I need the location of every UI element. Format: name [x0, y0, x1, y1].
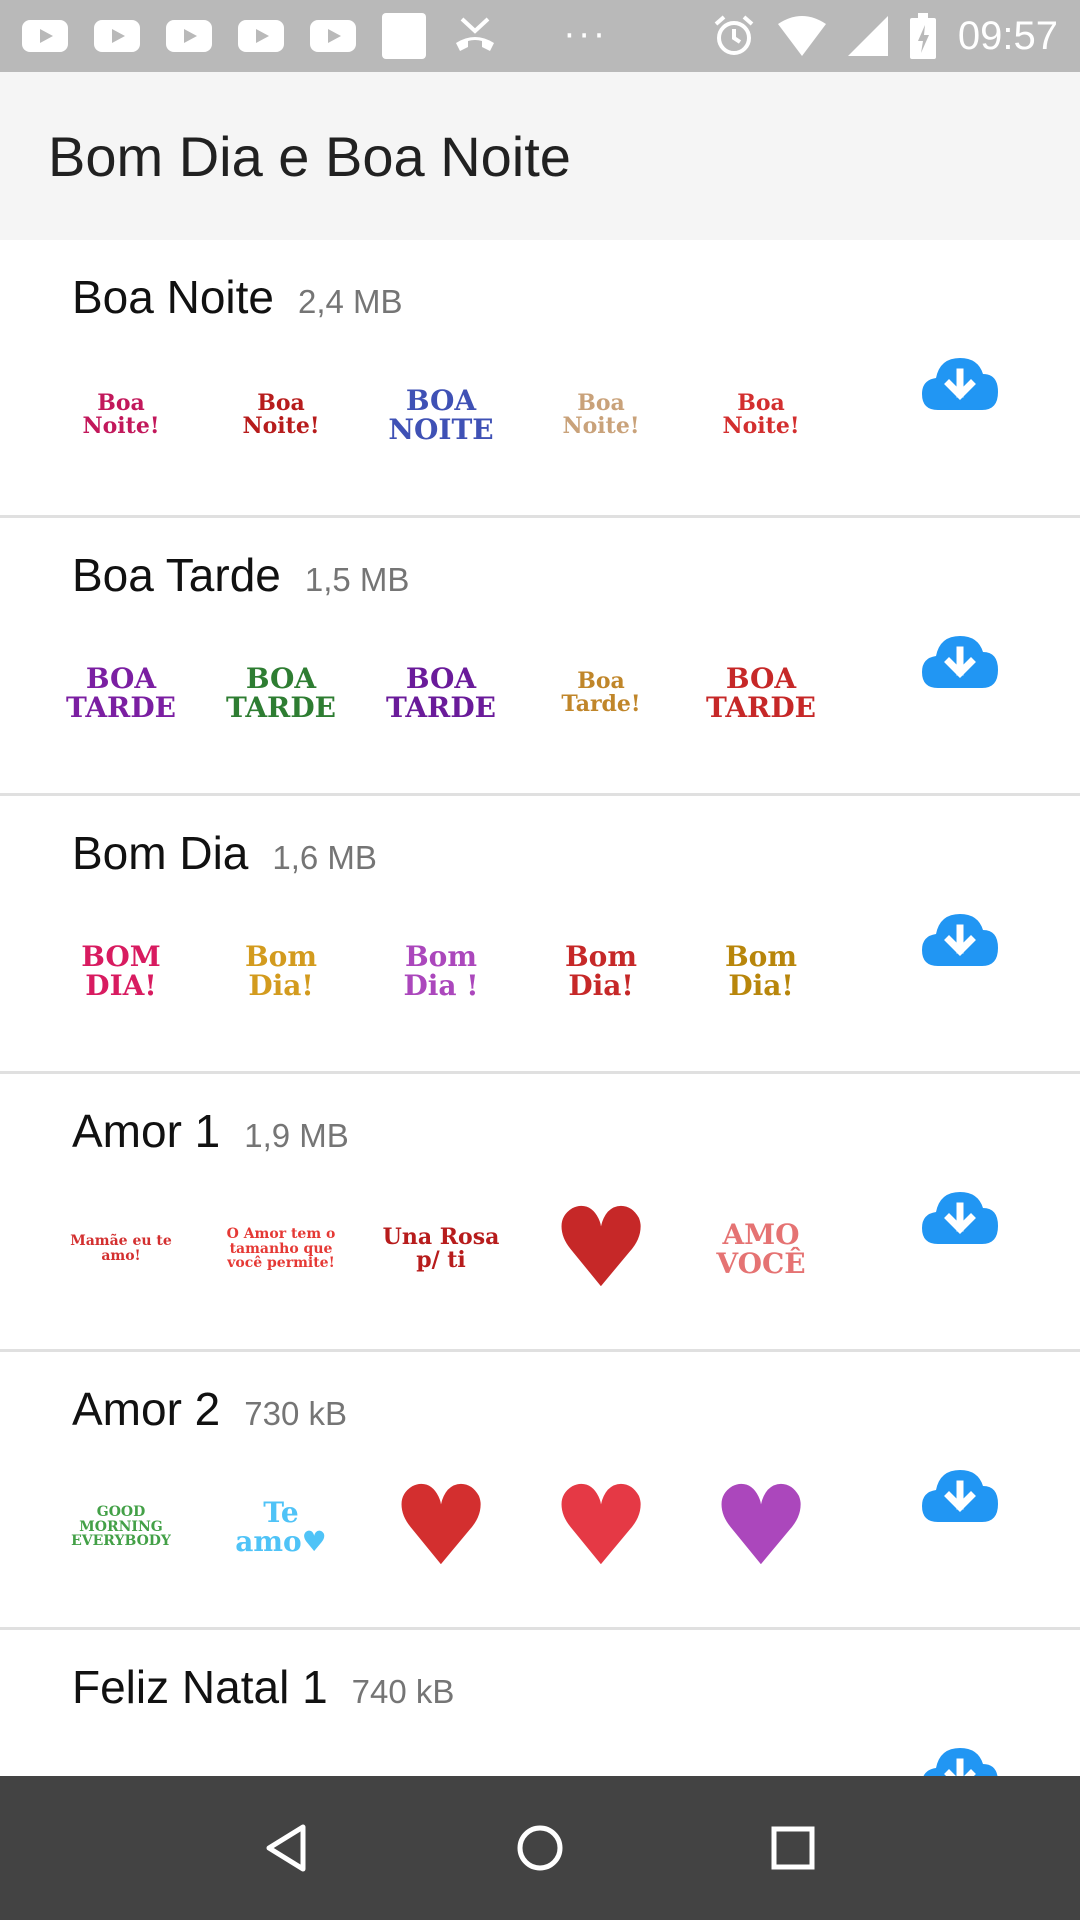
youtube-icon	[166, 20, 212, 52]
sticker-thumbnail: O Amor tem o tamanho que você permite!	[226, 1225, 336, 1272]
sticker-thumbnail: ♥	[391, 1462, 491, 1591]
sticker-thumbnail	[216, 1740, 346, 1776]
pack-size: 1,5 MB	[304, 561, 410, 598]
pack-header: Amor 2 730 kB	[72, 1382, 347, 1436]
download-pack-button[interactable]	[920, 1464, 1000, 1524]
pack-header: Boa Tarde 1,5 MB	[72, 548, 409, 602]
sticker-thumbnail: BOA TARDE	[66, 661, 176, 724]
sticker-preview-strip: BOM DIA! Bom Dia! Bom Dia ! Bom Dia! Bom Dia…	[56, 906, 826, 1036]
sticker-thumbnail: ♥	[711, 1462, 811, 1591]
cloud-download-icon	[923, 1748, 998, 1776]
status-bar-system: 09:57	[712, 13, 1058, 59]
navigation-bar	[0, 1776, 1080, 1920]
pack-name: Amor 2	[72, 1383, 221, 1435]
battery-icon	[909, 13, 936, 59]
back-icon	[266, 1824, 306, 1872]
wifi-icon	[777, 16, 826, 56]
sticker-preview-strip: Mamãe eu te amo! O Amor tem o tamanho que…	[56, 1184, 826, 1314]
document-icon	[382, 13, 426, 59]
download-pack-button[interactable]	[920, 630, 1000, 690]
status-time: 09:57	[957, 13, 1058, 58]
sticker-pack-row[interactable]: Bom Dia 1,6 MB BOM DIA! Bom Dia! Bom Dia ! Bo…	[0, 796, 1080, 1074]
pack-name: Boa Tarde	[72, 549, 281, 601]
cloud-download-icon	[922, 914, 998, 966]
app-bar: Bom Dia e Boa Noite	[0, 72, 1080, 240]
recents-button[interactable]	[753, 1808, 833, 1888]
sticker-thumbnail: GOOD MORNING EVERYBODY	[71, 1503, 171, 1550]
pack-header: Boa Noite 2,4 MB	[72, 270, 403, 324]
sticker-thumbnail: Una Rosa p/ ti	[382, 1223, 500, 1273]
pack-size: 730 kB	[244, 1395, 348, 1432]
sticker-pack-row[interactable]: Amor 2 730 kB GOOD MORNING EVERYBODY Te amo…	[0, 1352, 1080, 1630]
sticker-thumbnail: BOM DIA!	[81, 939, 161, 1002]
sticker-thumbnail: BOA TARDE	[706, 661, 816, 724]
back-button[interactable]	[247, 1808, 327, 1888]
youtube-icon	[94, 20, 140, 52]
app-title: Bom Dia e Boa Noite	[48, 124, 571, 188]
download-pack-button[interactable]	[920, 1742, 1000, 1776]
sticker-thumbnail: Bom Dia !	[403, 939, 479, 1002]
recents-icon	[771, 1826, 815, 1870]
signal-icon	[847, 16, 888, 56]
sticker-preview-strip: Boa Noite! Boa Noite! BOA NOITE Boa Noite! B…	[56, 350, 826, 480]
status-bar-notifications: ···	[22, 13, 608, 59]
download-pack-button[interactable]	[920, 352, 1000, 412]
pack-header: Feliz Natal 1 740 kB	[72, 1660, 454, 1714]
sticker-preview-strip	[56, 1740, 826, 1776]
pack-name: Amor 1	[72, 1105, 221, 1157]
sticker-thumbnail: BOA TARDE	[386, 661, 496, 724]
sticker-pack-row[interactable]: Boa Noite 2,4 MB Boa Noite! Boa Noite! BOA N…	[0, 240, 1080, 518]
youtube-icon	[238, 20, 284, 52]
pack-size: 740 kB	[351, 1673, 455, 1710]
sticker-thumbnail: Boa Noite!	[242, 389, 320, 439]
sticker-thumbnail: Bom Dia!	[725, 939, 797, 1002]
more-notifications-icon: ···	[564, 16, 609, 56]
pack-name: Feliz Natal 1	[72, 1661, 328, 1713]
sticker-thumbnail: Bom Dia!	[245, 939, 317, 1002]
sticker-thumbnail: Mamãe eu te amo!	[70, 1233, 172, 1264]
sticker-thumbnail: AMO VOCÊ	[716, 1217, 806, 1280]
sticker-thumbnail: Boa Noite!	[562, 389, 640, 439]
download-pack-button[interactable]	[920, 1186, 1000, 1246]
sticker-thumbnail: Bom Dia!	[565, 939, 637, 1002]
pack-header: Bom Dia 1,6 MB	[72, 826, 377, 880]
sticker-thumbnail: ♥	[551, 1462, 651, 1591]
youtube-icon	[310, 20, 356, 52]
alarm-icon	[714, 15, 754, 55]
sticker-thumbnail	[376, 1740, 506, 1776]
cloud-download-icon	[922, 1470, 998, 1522]
cloud-download-icon	[922, 358, 998, 410]
sticker-thumbnail: Boa Noite!	[722, 389, 800, 439]
home-icon	[517, 1825, 563, 1871]
sticker-pack-row[interactable]: Amor 1 1,9 MB Mamãe eu te amo! O Amor tem o…	[0, 1074, 1080, 1352]
pack-size: 1,6 MB	[272, 839, 377, 876]
cloud-download-icon	[922, 1192, 998, 1244]
sticker-thumbnail: Boa Noite!	[82, 389, 160, 439]
status-bar: ··· 09:57	[0, 0, 1080, 72]
youtube-icon	[22, 20, 68, 52]
sticker-preview-strip: BOA TARDE BOA TARDE BOA TARDE Boa Tarde! BOA…	[56, 628, 826, 758]
sticker-thumbnail: BOA NOITE	[388, 383, 494, 446]
sticker-pack-list[interactable]: Boa Noite 2,4 MB Boa Noite! Boa Noite! BOA N…	[0, 240, 1080, 1776]
cloud-download-icon	[922, 636, 998, 688]
sticker-thumbnail	[56, 1740, 186, 1776]
download-pack-button[interactable]	[920, 908, 1000, 968]
pack-name: Boa Noite	[72, 271, 275, 323]
missed-call-icon	[452, 13, 498, 59]
sticker-pack-row[interactable]: Feliz Natal 1 740 kB	[0, 1630, 1080, 1776]
pack-size: 2,4 MB	[298, 283, 403, 320]
pack-name: Bom Dia	[72, 827, 249, 879]
sticker-thumbnail: ♥	[551, 1184, 651, 1313]
sticker-pack-row[interactable]: Boa Tarde 1,5 MB BOA TARDE BOA TARDE BOA TAR…	[0, 518, 1080, 796]
sticker-thumbnail: Te amo♥	[235, 1495, 327, 1558]
sticker-thumbnail	[696, 1740, 826, 1776]
pack-header: Amor 1 1,9 MB	[72, 1104, 349, 1158]
home-button[interactable]	[500, 1808, 580, 1888]
sticker-thumbnail: BOA TARDE	[226, 661, 336, 724]
sticker-thumbnail: Boa Tarde!	[561, 667, 641, 717]
pack-size: 1,9 MB	[244, 1117, 349, 1154]
sticker-thumbnail	[536, 1740, 666, 1776]
sticker-preview-strip: GOOD MORNING EVERYBODY Te amo♥ ♥ ♥ ♥	[56, 1462, 826, 1592]
